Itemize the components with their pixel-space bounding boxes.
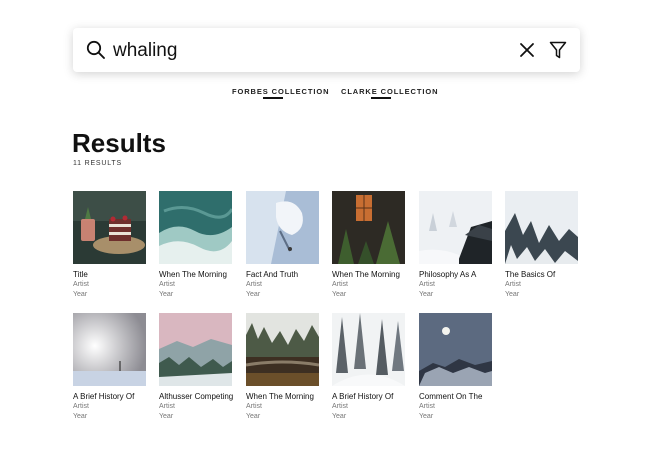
result-thumbnail — [505, 191, 578, 264]
result-thumbnail — [419, 191, 492, 264]
result-artist: Artist — [332, 403, 348, 410]
result-card[interactable]: When The Morning Artist Year — [159, 191, 233, 300]
filter-icon[interactable] — [549, 40, 567, 60]
page-title: Results — [72, 128, 166, 158]
result-year: Year — [419, 413, 434, 420]
result-card[interactable]: A Brief History Of Artist Year — [73, 313, 147, 422]
result-year: Year — [419, 291, 434, 298]
result-title: A Brief History Of — [73, 392, 135, 401]
result-year: Year — [73, 413, 88, 420]
result-year: Year — [505, 291, 520, 298]
result-title: When The Morning — [332, 270, 400, 279]
tab-label: FORBES — [232, 87, 272, 96]
result-artist: Artist — [246, 403, 262, 410]
result-card[interactable]: Title Artist Year — [73, 191, 147, 300]
result-artist: Artist — [73, 403, 89, 410]
result-title: A Brief History Of — [332, 392, 394, 401]
result-artist: Artist — [159, 281, 175, 288]
result-title: When The Morning — [159, 270, 227, 279]
result-thumbnail — [332, 313, 405, 386]
result-title: Philosophy As A — [419, 270, 477, 279]
result-thumbnail — [73, 313, 146, 386]
result-card[interactable]: A Brief History Of Artist Year — [332, 313, 406, 422]
result-thumbnail — [246, 191, 319, 264]
tab-clarke-collection[interactable]: CLARKE COLLECTION — [341, 87, 438, 96]
result-year: Year — [246, 291, 261, 298]
result-thumbnail — [332, 191, 405, 264]
result-year: Year — [159, 413, 174, 420]
tab-label-underlined: COLLECTION — [380, 87, 439, 96]
result-year: Year — [73, 291, 88, 298]
tab-underline — [371, 97, 391, 99]
result-title: Title — [73, 270, 88, 279]
result-artist: Artist — [505, 281, 521, 288]
result-year: Year — [332, 291, 347, 298]
tab-label: CLARKE — [341, 87, 381, 96]
result-year: Year — [159, 291, 174, 298]
result-title: Fact And Truth — [246, 270, 299, 279]
result-card[interactable]: Comment On The Artist Year — [419, 313, 493, 422]
result-year: Year — [332, 413, 347, 420]
result-thumbnail — [73, 191, 146, 264]
result-card[interactable]: Philosophy As A Artist Year — [419, 191, 493, 300]
result-title: Althusser Competing — [159, 392, 234, 401]
result-artist: Artist — [419, 281, 435, 288]
search-icon — [86, 40, 105, 59]
result-thumbnail — [159, 191, 232, 264]
search-input[interactable] — [111, 37, 495, 65]
result-title: The Basics Of — [505, 270, 556, 279]
tab-forbes-collection[interactable]: FORBES COLLECTION — [232, 87, 329, 96]
result-artist: Artist — [246, 281, 262, 288]
result-thumbnail — [419, 313, 492, 386]
close-icon[interactable] — [518, 41, 536, 59]
result-card[interactable]: The Basics Of Artist Year — [505, 191, 579, 300]
result-thumbnail — [246, 313, 319, 386]
result-artist: Artist — [419, 403, 435, 410]
result-artist: Artist — [332, 281, 348, 288]
result-card[interactable]: When The Morning Artist Year — [246, 313, 320, 422]
result-artist: Artist — [73, 281, 89, 288]
result-card[interactable]: Fact And Truth Artist Year — [246, 191, 320, 300]
result-title: Comment On The — [419, 392, 483, 401]
result-card[interactable]: Althusser Competing Artist Year — [159, 313, 233, 422]
search-bar[interactable] — [73, 28, 580, 72]
result-card[interactable]: When The Morning Artist Year — [332, 191, 406, 300]
result-artist: Artist — [159, 403, 175, 410]
results-count: 11 RESULTS — [73, 160, 122, 167]
tab-underline — [263, 97, 283, 99]
result-title: When The Morning — [246, 392, 314, 401]
result-thumbnail — [159, 313, 232, 386]
result-year: Year — [246, 413, 261, 420]
tab-label-underlined: COLLECTION — [271, 87, 330, 96]
